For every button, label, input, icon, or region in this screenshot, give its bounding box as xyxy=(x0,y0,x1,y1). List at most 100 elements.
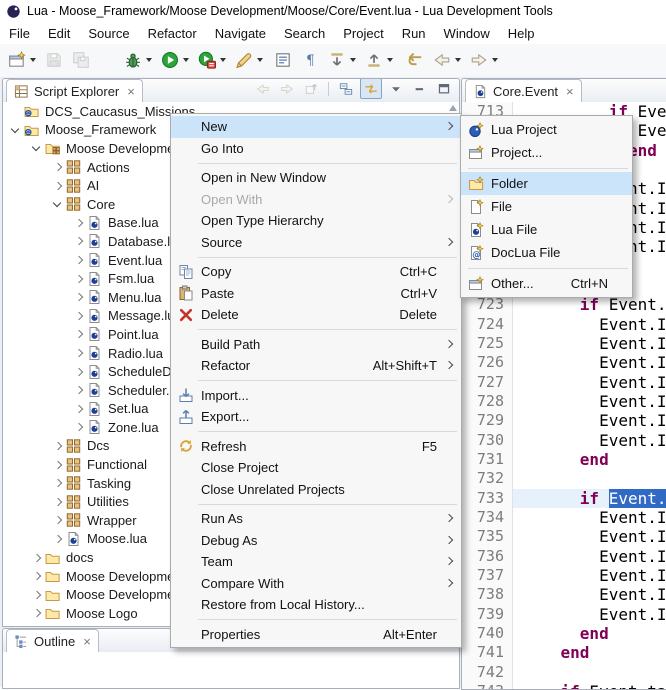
menu-item-source[interactable]: Source xyxy=(171,232,461,254)
menu-item-new[interactable]: New xyxy=(171,116,461,138)
menu-item-doclua-file[interactable]: @DocLua File xyxy=(461,241,632,264)
view-button-back-icon[interactable] xyxy=(253,79,273,98)
chevron-right-icon[interactable] xyxy=(72,234,86,248)
view-button-up-icon[interactable] xyxy=(301,79,321,98)
chevron-right-icon[interactable] xyxy=(72,365,86,379)
menubar-item-navigate[interactable]: Navigate xyxy=(206,23,275,44)
toolbar-button-back-icon[interactable] xyxy=(431,48,463,72)
chevron-right-icon[interactable] xyxy=(72,346,86,360)
chevron-right-icon[interactable] xyxy=(30,606,44,620)
menu-item-go-into[interactable]: Go Into xyxy=(171,138,461,160)
dropdown-arrow-icon[interactable] xyxy=(492,58,498,62)
close-tab-icon[interactable]: × xyxy=(566,85,574,98)
chevron-right-icon[interactable] xyxy=(51,160,65,174)
chevron-right-icon[interactable] xyxy=(72,272,86,286)
close-tab-icon[interactable]: × xyxy=(127,85,135,98)
toolbar-button-next-annotation-icon[interactable] xyxy=(326,48,358,72)
chevron-right-icon[interactable] xyxy=(72,420,86,434)
menu-item-build-path[interactable]: Build Path xyxy=(171,334,461,356)
view-button-view-menu-icon[interactable] xyxy=(386,79,406,98)
menu-item-paste[interactable]: PasteCtrl+V xyxy=(171,283,461,305)
view-button-collapse-all-icon[interactable] xyxy=(336,79,356,98)
menu-item-other[interactable]: Other...Ctrl+N xyxy=(461,272,632,295)
menu-item-copy[interactable]: CopyCtrl+C xyxy=(171,261,461,283)
chevron-right-icon[interactable] xyxy=(51,513,65,527)
scrollbar-up-icon[interactable] xyxy=(449,105,457,111)
menu-item-restore-from-local-history[interactable]: Restore from Local History... xyxy=(171,594,461,616)
view-button-maximize-icon[interactable] xyxy=(434,79,454,98)
menu-item-close-project[interactable]: Close Project xyxy=(171,457,461,479)
menu-item-open-type-hierarchy[interactable]: Open Type Hierarchy xyxy=(171,210,461,232)
dropdown-arrow-icon[interactable] xyxy=(387,58,393,62)
chevron-down-icon[interactable] xyxy=(9,123,23,137)
menu-item-project[interactable]: Project... xyxy=(461,141,632,164)
dropdown-arrow-icon[interactable] xyxy=(350,58,356,62)
chevron-down-icon[interactable] xyxy=(30,141,44,155)
menubar-item-edit[interactable]: Edit xyxy=(39,23,79,44)
menubar-item-help[interactable]: Help xyxy=(499,23,544,44)
chevron-right-icon[interactable] xyxy=(72,253,86,267)
menu-item-export[interactable]: Export... xyxy=(171,406,461,428)
menubar-item-refactor[interactable]: Refactor xyxy=(139,23,206,44)
menu-item-refactor[interactable]: RefactorAlt+Shift+T xyxy=(171,355,461,377)
chevron-down-icon[interactable] xyxy=(51,197,65,211)
chevron-right-icon[interactable] xyxy=(72,402,86,416)
menubar-item-window[interactable]: Window xyxy=(435,23,499,44)
chevron-right-icon[interactable] xyxy=(51,458,65,472)
menu-item-debug-as[interactable]: Debug As xyxy=(171,530,461,552)
menu-item-refresh[interactable]: RefreshF5 xyxy=(171,436,461,458)
menu-item-run-as[interactable]: Run As xyxy=(171,508,461,530)
menu-item-compare-with[interactable]: Compare With xyxy=(171,573,461,595)
toolbar-button-show-whitespace-icon[interactable]: ¶ xyxy=(299,48,321,72)
dropdown-arrow-icon[interactable] xyxy=(30,58,36,62)
toolbar-button-save-all-icon[interactable] xyxy=(70,48,92,72)
chevron-right-icon[interactable] xyxy=(72,216,86,230)
dropdown-arrow-icon[interactable] xyxy=(257,58,263,62)
view-button-link-with-editor-icon[interactable] xyxy=(360,78,382,99)
toolbar-button-last-edit-location-icon[interactable] xyxy=(404,48,426,72)
menu-item-close-unrelated-projects[interactable]: Close Unrelated Projects xyxy=(171,479,461,501)
menubar-item-project[interactable]: Project xyxy=(334,23,392,44)
dropdown-arrow-icon[interactable] xyxy=(455,58,461,62)
menu-item-delete[interactable]: DeleteDelete xyxy=(171,304,461,326)
chevron-right-icon[interactable] xyxy=(51,476,65,490)
view-button-minimize-icon[interactable] xyxy=(410,79,430,98)
toolbar-button-run-icon[interactable] xyxy=(159,48,191,72)
menu-item-import[interactable]: Import... xyxy=(171,385,461,407)
menu-item-lua-project[interactable]: Lua Project xyxy=(461,118,632,141)
chevron-right-icon[interactable] xyxy=(30,569,44,583)
view-button-forward-icon[interactable] xyxy=(277,79,297,98)
menubar-item-source[interactable]: Source xyxy=(79,23,138,44)
dropdown-arrow-icon[interactable] xyxy=(183,58,189,62)
dropdown-arrow-icon[interactable] xyxy=(220,58,226,62)
chevron-right-icon[interactable] xyxy=(51,532,65,546)
tab-core-event[interactable]: Core.Event × xyxy=(465,79,582,102)
menu-item-properties[interactable]: PropertiesAlt+Enter xyxy=(171,624,461,646)
toolbar-button-run-history-icon[interactable] xyxy=(196,48,228,72)
menubar-item-run[interactable]: Run xyxy=(393,23,435,44)
chevron-right-icon[interactable] xyxy=(72,327,86,341)
menu-item-team[interactable]: Team xyxy=(171,551,461,573)
chevron-right-icon[interactable] xyxy=(51,179,65,193)
tab-script-explorer[interactable]: Script Explorer × xyxy=(6,79,143,102)
close-tab-icon[interactable]: × xyxy=(83,635,91,648)
chevron-right-icon[interactable] xyxy=(72,383,86,397)
menu-item-lua-file[interactable]: Lua File xyxy=(461,218,632,241)
menu-item-folder[interactable]: Folder xyxy=(461,172,632,195)
menu-item-open-in-new-window[interactable]: Open in New Window xyxy=(171,167,461,189)
dropdown-arrow-icon[interactable] xyxy=(146,58,152,62)
chevron-right-icon[interactable] xyxy=(30,625,44,626)
chevron-right-icon[interactable] xyxy=(51,495,65,509)
menubar-item-file[interactable]: File xyxy=(0,23,39,44)
menubar-item-search[interactable]: Search xyxy=(275,23,334,44)
chevron-right-icon[interactable] xyxy=(51,439,65,453)
toolbar-button-console-icon[interactable] xyxy=(272,48,294,72)
chevron-right-icon[interactable] xyxy=(30,588,44,602)
menu-item-file[interactable]: File xyxy=(461,195,632,218)
toolbar-button-highlighter-icon[interactable] xyxy=(233,48,265,72)
chevron-right-icon[interactable] xyxy=(30,551,44,565)
toolbar-button-save-icon[interactable] xyxy=(43,48,65,72)
toolbar-button-new-wizard-icon[interactable] xyxy=(6,48,38,72)
menu-item-open-with[interactable]: Open With xyxy=(171,189,461,211)
chevron-right-icon[interactable] xyxy=(72,309,86,323)
